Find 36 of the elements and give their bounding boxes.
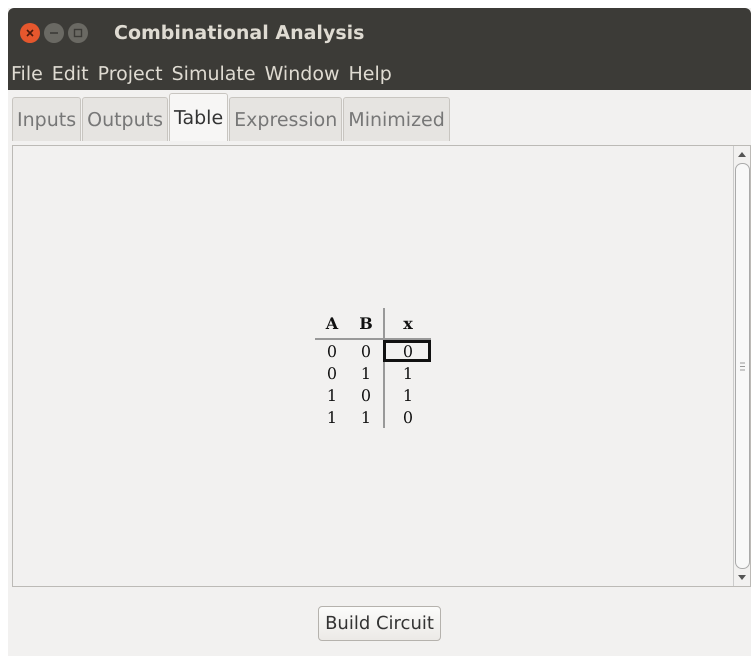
table-cell-text: 1	[360, 362, 372, 384]
scrollbar[interactable]	[733, 146, 750, 586]
build-circuit-button[interactable]: Build Circuit	[318, 606, 441, 641]
scroll-down-icon[interactable]	[738, 575, 746, 580]
table-cell[interactable]: 0	[383, 340, 431, 362]
scroll-up-icon[interactable]	[738, 152, 746, 157]
tab[interactable]: Table	[169, 93, 228, 141]
table-cell-text: 0	[360, 340, 372, 362]
column-header: A	[324, 312, 340, 334]
close-icon[interactable]	[20, 23, 40, 43]
table-cell-text: 1	[326, 406, 338, 428]
column-header: x	[383, 308, 431, 338]
maximize-icon[interactable]	[68, 23, 88, 43]
window-title: Combinational Analysis	[114, 22, 364, 44]
table-cell[interactable]: 1	[383, 384, 431, 406]
minimize-icon[interactable]	[44, 23, 64, 43]
menu-item[interactable]: File	[11, 63, 43, 85]
menu-item[interactable]: Project	[98, 63, 163, 85]
table-cell[interactable]: 0	[383, 406, 431, 428]
menu-item[interactable]: Edit	[52, 63, 89, 85]
table-cell-text: 1	[360, 406, 372, 428]
menu-item[interactable]: Window	[264, 63, 340, 85]
table-cell-text: 0	[326, 340, 338, 362]
tab[interactable]: Inputs	[12, 97, 82, 141]
tab[interactable]: Expression	[229, 97, 342, 141]
scroll-thumb[interactable]	[734, 163, 750, 569]
table-cell[interactable]: 1	[383, 362, 431, 384]
table-cell-text: 0	[326, 362, 338, 384]
menu-item[interactable]: Simulate	[172, 63, 256, 85]
table-cell-text: 0	[360, 384, 372, 406]
tab[interactable]: Outputs	[82, 97, 168, 141]
grip-icon	[740, 362, 744, 370]
table-cell-text: 1	[326, 384, 338, 406]
tab[interactable]: Minimized	[343, 97, 450, 141]
menu-item[interactable]: Help	[348, 63, 392, 85]
column-header: B	[358, 312, 374, 334]
